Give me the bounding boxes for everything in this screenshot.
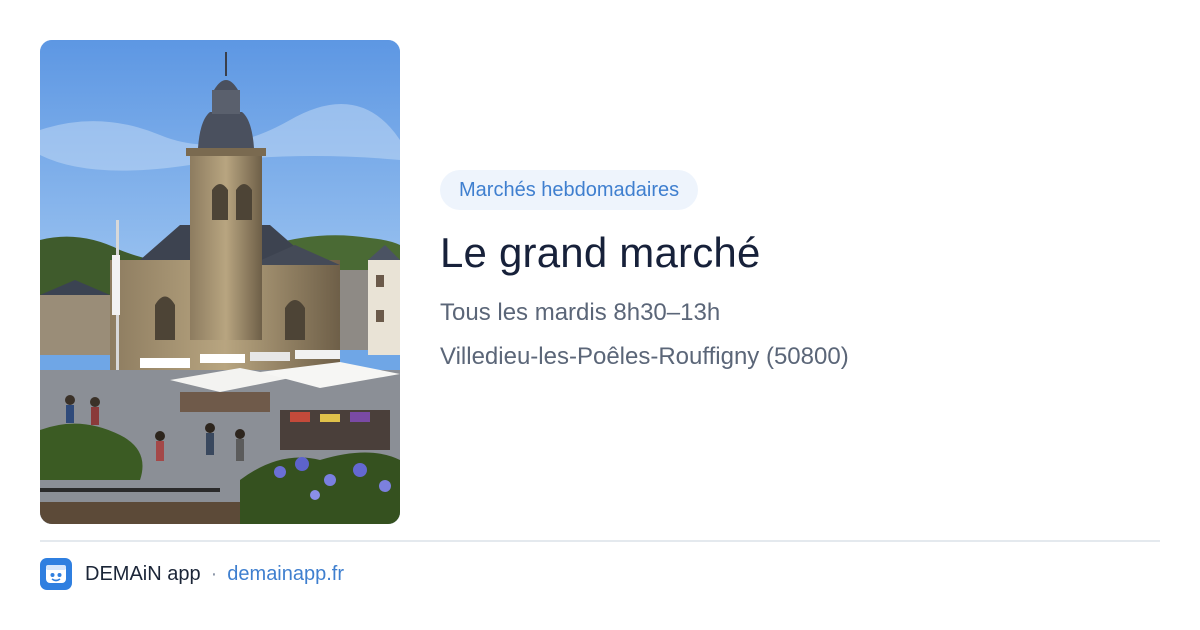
app-name: DEMAiN app [85,562,201,585]
site-link[interactable]: demainapp.fr [227,563,344,586]
footer-divider [40,540,1160,542]
event-schedule: Tous les mardis 8h30–13h [440,299,721,326]
share-card: Marchés hebdomadaires Le grand marché To… [0,0,1200,630]
market-photo [40,40,400,524]
event-info: Marchés hebdomadaires Le grand marché To… [440,170,1160,372]
footer: DEMAiN app · demainapp.fr [40,558,344,590]
category-badge[interactable]: Marchés hebdomadaires [440,170,699,210]
event-title: Le grand marché [440,229,761,276]
footer-separator: · [210,562,218,585]
demain-app-icon [40,558,72,590]
event-location: Villedieu-les-Poêles-Rouffigny (50800) [440,343,849,370]
